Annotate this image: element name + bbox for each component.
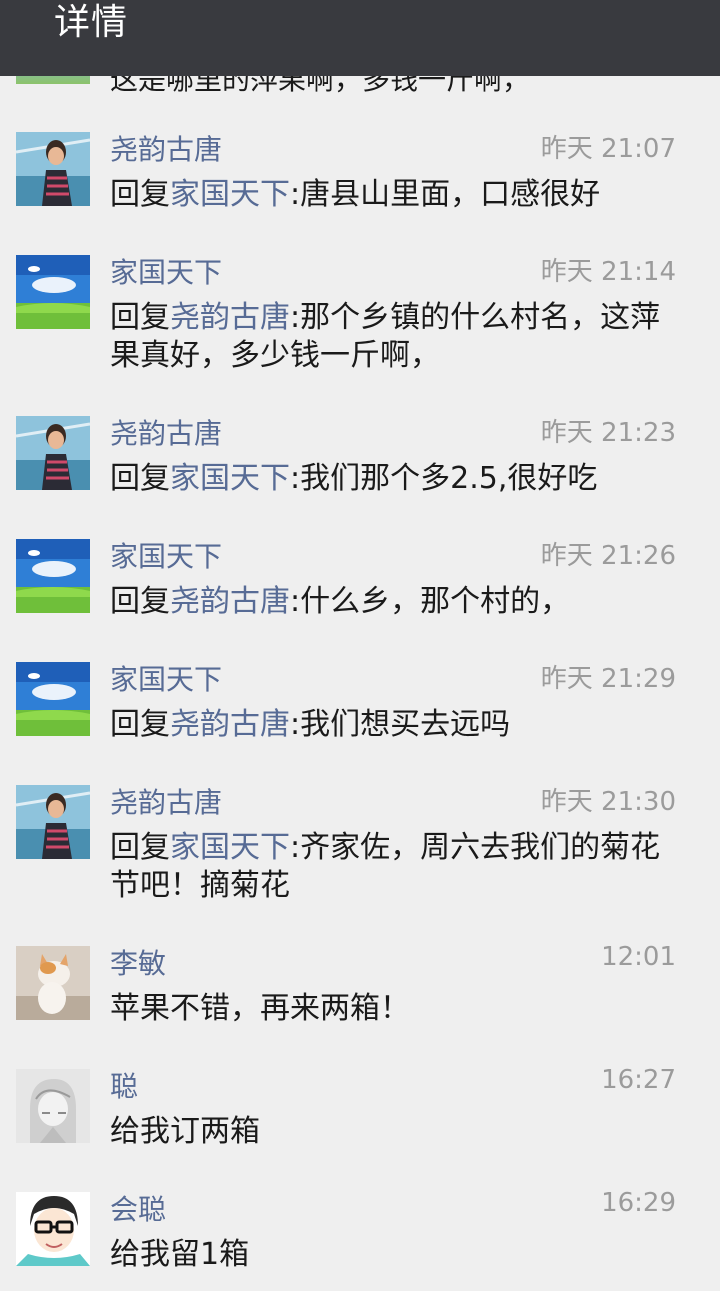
comment-text: 给我订两箱 — [110, 1113, 685, 1151]
comment-text: 苹果不错，再来两箱！ — [110, 990, 685, 1028]
commenter-name[interactable]: 家国天下 — [110, 658, 222, 698]
comment-text: 回复尧韵古唐:那个乡镇的什么村名，这萍果真好，多少钱一斤啊， — [110, 299, 685, 375]
avatar[interactable] — [16, 662, 90, 736]
comment-text: 给我留1箱 — [110, 1236, 685, 1274]
commenter-name[interactable]: 家国天下 — [110, 535, 222, 575]
avatar[interactable] — [16, 1069, 90, 1143]
comment-time: 昨天 21:23 — [540, 418, 676, 448]
reply-target-name[interactable]: 家国天下 — [170, 461, 290, 496]
top-bar: 详情 — [0, 0, 720, 76]
commenter-name[interactable]: 尧韵古唐 — [110, 128, 222, 168]
avatar[interactable] — [16, 132, 90, 206]
avatar[interactable] — [16, 946, 90, 1020]
comment-text: 回复家国天下:唐县山里面，口感很好 — [110, 176, 685, 214]
commenter-name[interactable]: 会聪 — [110, 1188, 166, 1228]
reply-target-name[interactable]: 尧韵古唐 — [170, 584, 290, 619]
comment-time: 昨天 21:14 — [540, 257, 676, 287]
comment-body: 给我订两箱 — [110, 1114, 260, 1149]
reply-target-name[interactable]: 家国天下 — [170, 177, 290, 212]
commenter-name[interactable]: 尧韵古唐 — [110, 781, 222, 821]
reply-target-name[interactable]: 尧韵古唐 — [170, 300, 290, 335]
reply-label: 回复 — [110, 300, 170, 335]
avatar[interactable] — [16, 785, 90, 859]
comment-text: 回复尧韵古唐:什么乡，那个村的， — [110, 583, 685, 621]
comment-text: 回复家国天下:我们那个多2.5,很好吃 — [110, 460, 685, 498]
commenter-name[interactable]: 聪 — [110, 1065, 138, 1105]
avatar[interactable] — [16, 539, 90, 613]
reply-label: 回复 — [110, 177, 170, 212]
comment-time: 昨天 21:30 — [540, 787, 676, 817]
comment-body: 给我留1箱 — [110, 1237, 250, 1272]
comment-text: 回复尧韵古唐:我们想买去远吗 — [110, 706, 685, 744]
reply-label: 回复 — [110, 584, 170, 619]
reply-label: 回复 — [110, 830, 170, 865]
commenter-name[interactable]: 李敏 — [110, 942, 166, 982]
comment-time: 昨天 21:29 — [540, 664, 676, 694]
avatar[interactable] — [16, 416, 90, 490]
comment-time: 12:01 — [601, 942, 676, 972]
comment-body: :我们想买去远吗 — [290, 707, 511, 742]
comment-body: :唐县山里面，口感很好 — [290, 177, 601, 212]
comment-time: 昨天 21:07 — [540, 134, 676, 164]
page-title: 详情 — [54, 2, 129, 43]
comment-time: 16:29 — [601, 1188, 676, 1218]
comment-body: 苹果不错，再来两箱！ — [110, 991, 410, 1026]
commenter-name[interactable]: 家国天下 — [110, 251, 222, 291]
reply-target-name[interactable]: 尧韵古唐 — [170, 707, 290, 742]
reply-label: 回复 — [110, 707, 170, 742]
reply-label: 回复 — [110, 461, 170, 496]
reply-target-name[interactable]: 家国天下 — [170, 830, 290, 865]
comment-body: :什么乡，那个村的， — [290, 584, 571, 619]
comment-time: 16:27 — [601, 1065, 676, 1095]
comment-time: 昨天 21:26 — [540, 541, 676, 571]
avatar[interactable] — [16, 255, 90, 329]
comment-body: :我们那个多2.5,很好吃 — [290, 461, 598, 496]
commenter-name[interactable]: 尧韵古唐 — [110, 412, 222, 452]
comment-text: 回复家国天下:齐家佐，周六去我们的菊花节吧！摘菊花 — [110, 829, 685, 905]
avatar[interactable] — [16, 1192, 90, 1266]
